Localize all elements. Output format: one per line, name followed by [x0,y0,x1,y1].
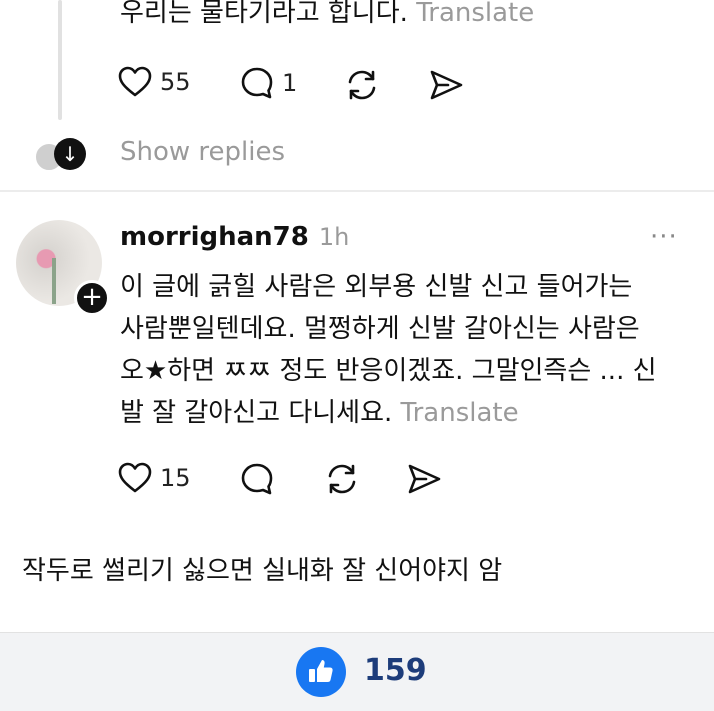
like-action[interactable]: 55 [118,66,191,98]
comment-line: 오★하면 ㅉㅉ 정도 반응이겠죠. 그말인즉슨 ... 신 [120,356,657,386]
translate-link[interactable]: Translate [401,398,519,428]
reply-count: 1 [282,69,298,97]
send-icon [406,462,442,496]
timestamp: 1h [318,223,350,251]
comment-body: 이 글에 긁힐 사람은 외부용 신발 신고 들어가는 사람뿐일텐데요. 멀쩡하게… [120,266,700,434]
post-text-tail: 우리는 물타기라고 합니다. Translate [120,0,535,28]
like-button[interactable] [296,647,346,697]
reply-action[interactable]: 1 [240,66,297,100]
divider [0,190,714,192]
bottom-bar: 159 [0,632,714,711]
thread-line [58,0,62,120]
caption: 작두로 썰리기 싫으면 실내화 잘 신어야지 암 [22,556,503,586]
translate-link[interactable]: Translate [416,0,534,28]
like-count: 15 [160,464,191,492]
arrow-down-icon: ↓ [54,138,86,170]
send-icon [428,68,464,102]
heart-icon [118,66,152,98]
comment-header: morrighan78 1h [120,222,349,252]
heart-icon [118,462,152,494]
reply-button[interactable] [240,462,274,496]
thumbs-up-icon [308,658,334,688]
repost-icon [324,462,360,496]
comment-line-last: 발 잘 갈아신고 다니세요. Translate [120,398,519,428]
more-options-icon[interactable]: ··· [650,222,678,252]
comment-icon [240,66,274,100]
username[interactable]: morrighan78 [120,222,309,252]
like-count: 55 [160,68,191,96]
repost-button[interactable] [344,68,380,102]
share-button[interactable] [406,462,442,496]
show-replies-button[interactable]: Show replies [120,137,285,167]
comment-icon [240,462,274,496]
total-like-count: 159 [364,653,427,688]
repost-icon [344,68,380,102]
comment-line: 사람뿐일텐데요. 멀쩡하게 신발 갈아신는 사람은 [120,314,640,344]
comment-line: 이 글에 긁힐 사람은 외부용 신발 신고 들어가는 [120,272,633,302]
follow-plus-icon[interactable]: + [74,280,110,316]
repost-button[interactable] [324,462,360,496]
share-button[interactable] [428,68,464,102]
like-action[interactable]: 15 [118,462,191,494]
